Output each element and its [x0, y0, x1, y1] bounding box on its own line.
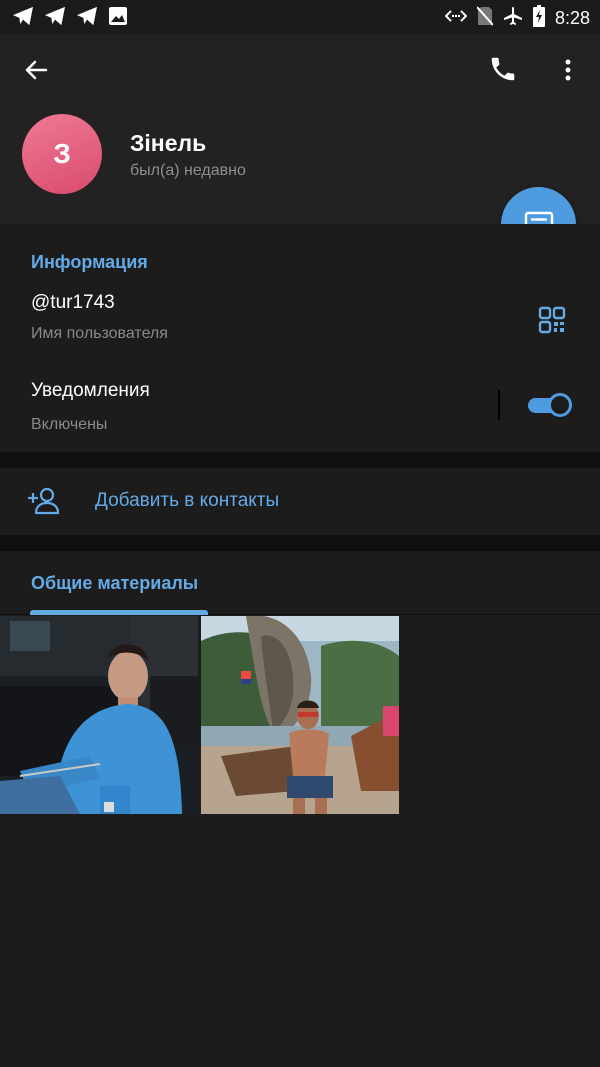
- avatar[interactable]: З: [22, 114, 102, 194]
- add-to-contacts-row[interactable]: Добавить в контакты: [0, 468, 600, 535]
- add-user-icon: [27, 485, 61, 517]
- tab-indicator: [30, 610, 208, 615]
- divider: [498, 390, 500, 420]
- shared-media-tabs: Общие материалы: [0, 551, 600, 615]
- status-bar: 8:28: [0, 0, 600, 34]
- username-label: Имя пользователя: [31, 325, 168, 342]
- profile-header: З Зінель был(а) недавно: [0, 34, 600, 224]
- no-sim-icon: [476, 6, 494, 31]
- media-grid: [0, 616, 600, 1067]
- back-button[interactable]: [20, 54, 52, 86]
- username-value[interactable]: @tur1743: [31, 292, 115, 314]
- toggle-thumb: [548, 393, 572, 417]
- call-button[interactable]: [488, 54, 520, 86]
- more-options-button[interactable]: [556, 54, 580, 86]
- telegram-icon: [76, 6, 98, 31]
- data-transfer-icon: [444, 7, 468, 30]
- telegram-icon: [44, 6, 66, 31]
- more-vertical-icon: [565, 59, 571, 81]
- clock-time: 8:28: [554, 8, 590, 28]
- info-section: Информация @tur1743 Имя пользователя Уве…: [0, 224, 600, 452]
- info-section-title: Информация: [31, 252, 148, 272]
- tab-shared-media[interactable]: Общие материалы: [31, 573, 198, 594]
- shared-photo[interactable]: [0, 616, 198, 814]
- arrow-left-icon: [25, 60, 48, 80]
- avatar-initial: З: [53, 138, 71, 169]
- notifications-title[interactable]: Уведомления: [31, 380, 150, 402]
- image-icon: [108, 6, 128, 31]
- battery-charging-icon: [532, 5, 545, 32]
- telegram-icon: [12, 6, 34, 31]
- shared-photo[interactable]: [201, 616, 399, 814]
- section-divider: [0, 452, 600, 468]
- last-seen-status: был(а) недавно: [130, 162, 246, 179]
- notifications-status: Включены: [31, 416, 108, 433]
- qr-code-button[interactable]: [538, 306, 566, 334]
- add-to-contacts-label: Добавить в контакты: [95, 490, 280, 511]
- phone-icon: [491, 57, 515, 81]
- qr-code-icon: [538, 306, 566, 334]
- notifications-toggle[interactable]: [526, 393, 572, 417]
- contact-name: Зінель: [130, 130, 207, 156]
- airplane-mode-icon: [503, 6, 523, 31]
- section-divider: [0, 535, 600, 551]
